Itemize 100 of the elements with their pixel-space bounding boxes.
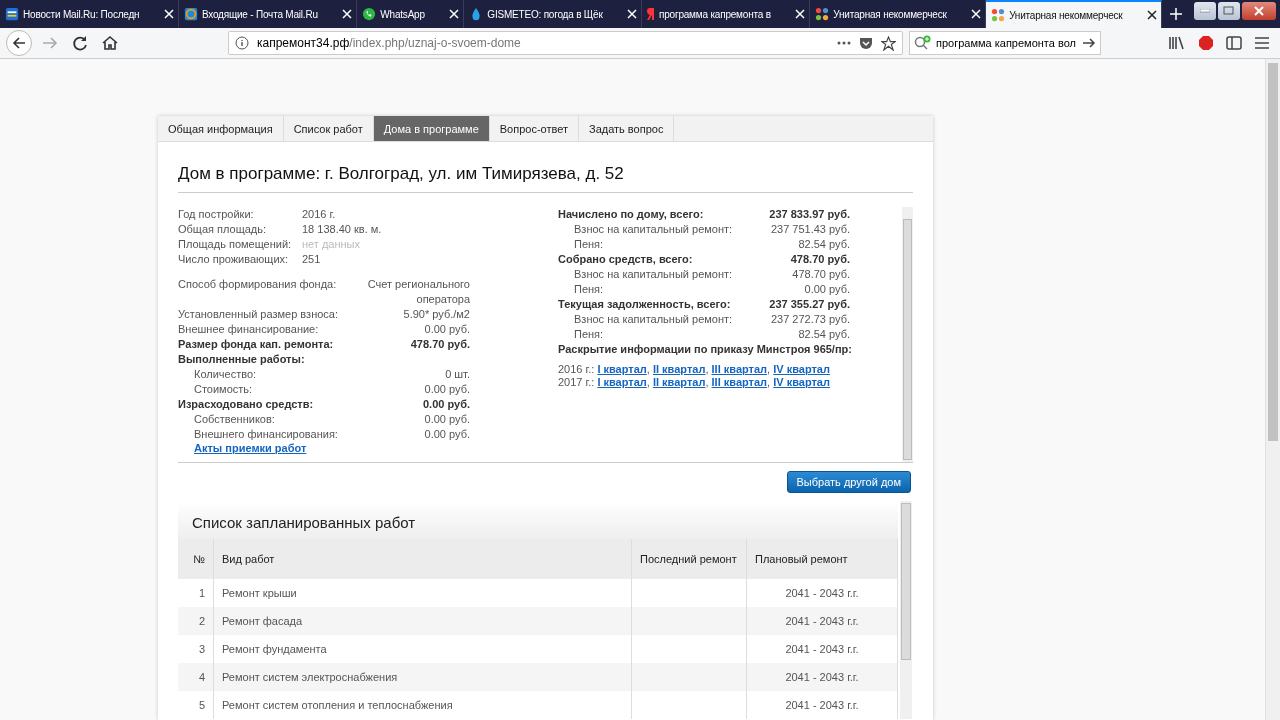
maximize-button[interactable] bbox=[1218, 2, 1240, 20]
row-value: 478.70 руб. bbox=[790, 252, 850, 267]
row-value: 0.00 руб. bbox=[804, 282, 850, 297]
scrollbar[interactable] bbox=[902, 207, 913, 462]
minimize-icon bbox=[1200, 9, 1210, 13]
table-cell: Ремонт систем электроснабжения bbox=[213, 663, 632, 691]
row-label: Собственников: bbox=[193, 412, 275, 427]
fact-value: 251 bbox=[302, 252, 321, 267]
search-field[interactable]: программа капремонта вол bbox=[909, 31, 1101, 55]
quarter-link[interactable]: I квартал bbox=[597, 363, 647, 375]
row-label: Взнос на капитальный ремонт: bbox=[573, 267, 733, 282]
fact-label: Общая площадь: bbox=[178, 222, 268, 237]
row-value: 237 751.43 руб. bbox=[770, 222, 850, 237]
row-label: Внешнего финансирования: bbox=[193, 427, 338, 442]
plus-icon[interactable] bbox=[1169, 7, 1183, 21]
search-icon bbox=[914, 35, 932, 51]
fact-value: нет данных bbox=[302, 237, 360, 252]
row-value: 478.70 руб. bbox=[410, 337, 470, 352]
back-icon bbox=[12, 36, 26, 50]
row-label: Текущая задолженность, всего: bbox=[558, 297, 731, 312]
row-label: Взнос на капитальный ремонт: bbox=[573, 312, 733, 327]
table-cell: 5 bbox=[178, 691, 214, 719]
fact-label: Число проживающих: bbox=[178, 252, 290, 267]
row-label: Внешнее финансирование: bbox=[178, 322, 319, 337]
back-button[interactable] bbox=[6, 30, 32, 56]
row-label: Пеня: bbox=[573, 282, 604, 297]
row-label: Стоимость: bbox=[193, 382, 253, 397]
arrow-icon[interactable] bbox=[1082, 36, 1096, 50]
row-value: Счет регионального оператора bbox=[366, 277, 470, 307]
acts-link[interactable]: Акты приемки работ bbox=[178, 442, 307, 454]
info-icon[interactable] bbox=[235, 36, 249, 50]
page-heading: Дом в программе: г. Волгоград, ул. им Тимирязева, д. 52 bbox=[178, 142, 913, 193]
table-cell: 4 bbox=[178, 663, 214, 691]
column-header: Вид работ bbox=[213, 539, 632, 579]
chat-bubble-icon bbox=[362, 7, 377, 21]
quarter-links-line: 2016 г.: I квартал, II квартал, III квартал, IV квартал bbox=[558, 363, 830, 376]
quarter-link[interactable]: IV квартал bbox=[773, 376, 830, 388]
row-label: Пеня: bbox=[573, 327, 604, 342]
pocket-icon[interactable] bbox=[859, 36, 873, 50]
table-cell: 2041 - 2043 г.г. bbox=[746, 691, 898, 719]
row-value: 0.00 руб. bbox=[424, 382, 470, 397]
scrollbar[interactable] bbox=[900, 501, 912, 719]
row-value: 237 272.73 руб. bbox=[770, 312, 850, 327]
logo-icon bbox=[647, 8, 655, 20]
fact-value: 18 138.40 кв. м. bbox=[302, 222, 382, 237]
scrollbar[interactable] bbox=[1265, 59, 1280, 720]
star-icon[interactable] bbox=[881, 35, 896, 51]
row-value: 237 833.97 руб. bbox=[769, 207, 850, 222]
column-header: № bbox=[178, 539, 214, 579]
column-header: Плановый ремонт bbox=[746, 539, 898, 579]
sidebar-icon[interactable] bbox=[1226, 36, 1242, 50]
row-value: 0.00 руб. bbox=[424, 427, 470, 442]
flower-icon bbox=[991, 8, 1006, 22]
quarter-links-line: 2017 г.: I квартал, II квартал, III квартал, IV квартал bbox=[558, 376, 830, 389]
row-value: 237 355.27 руб. bbox=[769, 297, 850, 312]
table-cell: 2 bbox=[178, 607, 214, 635]
row-value: 478.70 руб. bbox=[792, 267, 850, 282]
row-value: 0 шт. bbox=[445, 367, 470, 382]
column-header: Последний ремонт bbox=[631, 539, 747, 579]
row-label: Собрано средств, всего: bbox=[558, 252, 693, 267]
stop-sign-icon[interactable] bbox=[1198, 35, 1214, 51]
row-label: Начислено по дому, всего: bbox=[558, 207, 704, 222]
site-tab[interactable]: Вопрос-ответ bbox=[489, 116, 579, 141]
fact-label: Площадь помещений: bbox=[178, 237, 293, 252]
address-bar[interactable]: капремонт34.рф/index.php/uznaj-o-svoem-dome bbox=[228, 31, 903, 55]
site-tab[interactable]: Дома в программе bbox=[373, 116, 490, 141]
row-label: Количество: bbox=[193, 367, 257, 382]
table-cell: 2041 - 2043 г.г. bbox=[746, 607, 898, 635]
row-label: Размер фонда кап. ремонта: bbox=[178, 337, 334, 352]
menu-icon[interactable] bbox=[1254, 36, 1270, 50]
disclosure-title: Раскрытие информации по приказу Минстроя 965/пр: bbox=[558, 342, 852, 357]
flower-icon bbox=[815, 7, 830, 21]
row-value: 82.54 руб. bbox=[798, 327, 850, 342]
choose-house-button[interactable]: Выбрать другой дом bbox=[786, 471, 911, 493]
close-icon bbox=[1254, 6, 1264, 16]
fact-value: 2016 г. bbox=[302, 207, 336, 222]
row-value: 82.54 руб. bbox=[798, 237, 850, 252]
quarter-link[interactable]: I квартал bbox=[597, 376, 647, 388]
row-label: Пеня: bbox=[573, 237, 604, 252]
table-cell: 2041 - 2043 г.г. bbox=[746, 663, 898, 691]
close-icon[interactable] bbox=[1147, 10, 1157, 20]
maximize-icon bbox=[1223, 6, 1235, 16]
row-value: 5.90* руб./м2 bbox=[403, 307, 470, 322]
browser-tab[interactable]: Унитарная некоммерческ bbox=[986, 0, 1162, 28]
site-tab[interactable]: Общая информация bbox=[158, 116, 284, 141]
fact-label: Год постройки: bbox=[178, 207, 255, 222]
table-cell: Ремонт фасада bbox=[213, 607, 632, 635]
quarter-link[interactable]: IV квартал bbox=[773, 363, 830, 375]
row-label: Установленный размер взноса: bbox=[178, 307, 338, 322]
row-label: Выполненные работы: bbox=[178, 352, 305, 367]
more-icon[interactable] bbox=[837, 41, 851, 45]
row-label: Способ формирования фонда: bbox=[178, 277, 337, 292]
site-tab[interactable]: Задать вопрос bbox=[579, 116, 675, 141]
row-value: 0.00 руб. bbox=[424, 322, 470, 337]
newspaper-icon bbox=[5, 7, 19, 21]
row-value: 0.00 руб. bbox=[424, 412, 470, 427]
close-button[interactable] bbox=[1242, 2, 1276, 20]
library-icon[interactable] bbox=[1168, 35, 1186, 51]
site-tab[interactable]: Список работ bbox=[283, 116, 374, 141]
row-value: 0.00 руб. bbox=[423, 397, 470, 412]
